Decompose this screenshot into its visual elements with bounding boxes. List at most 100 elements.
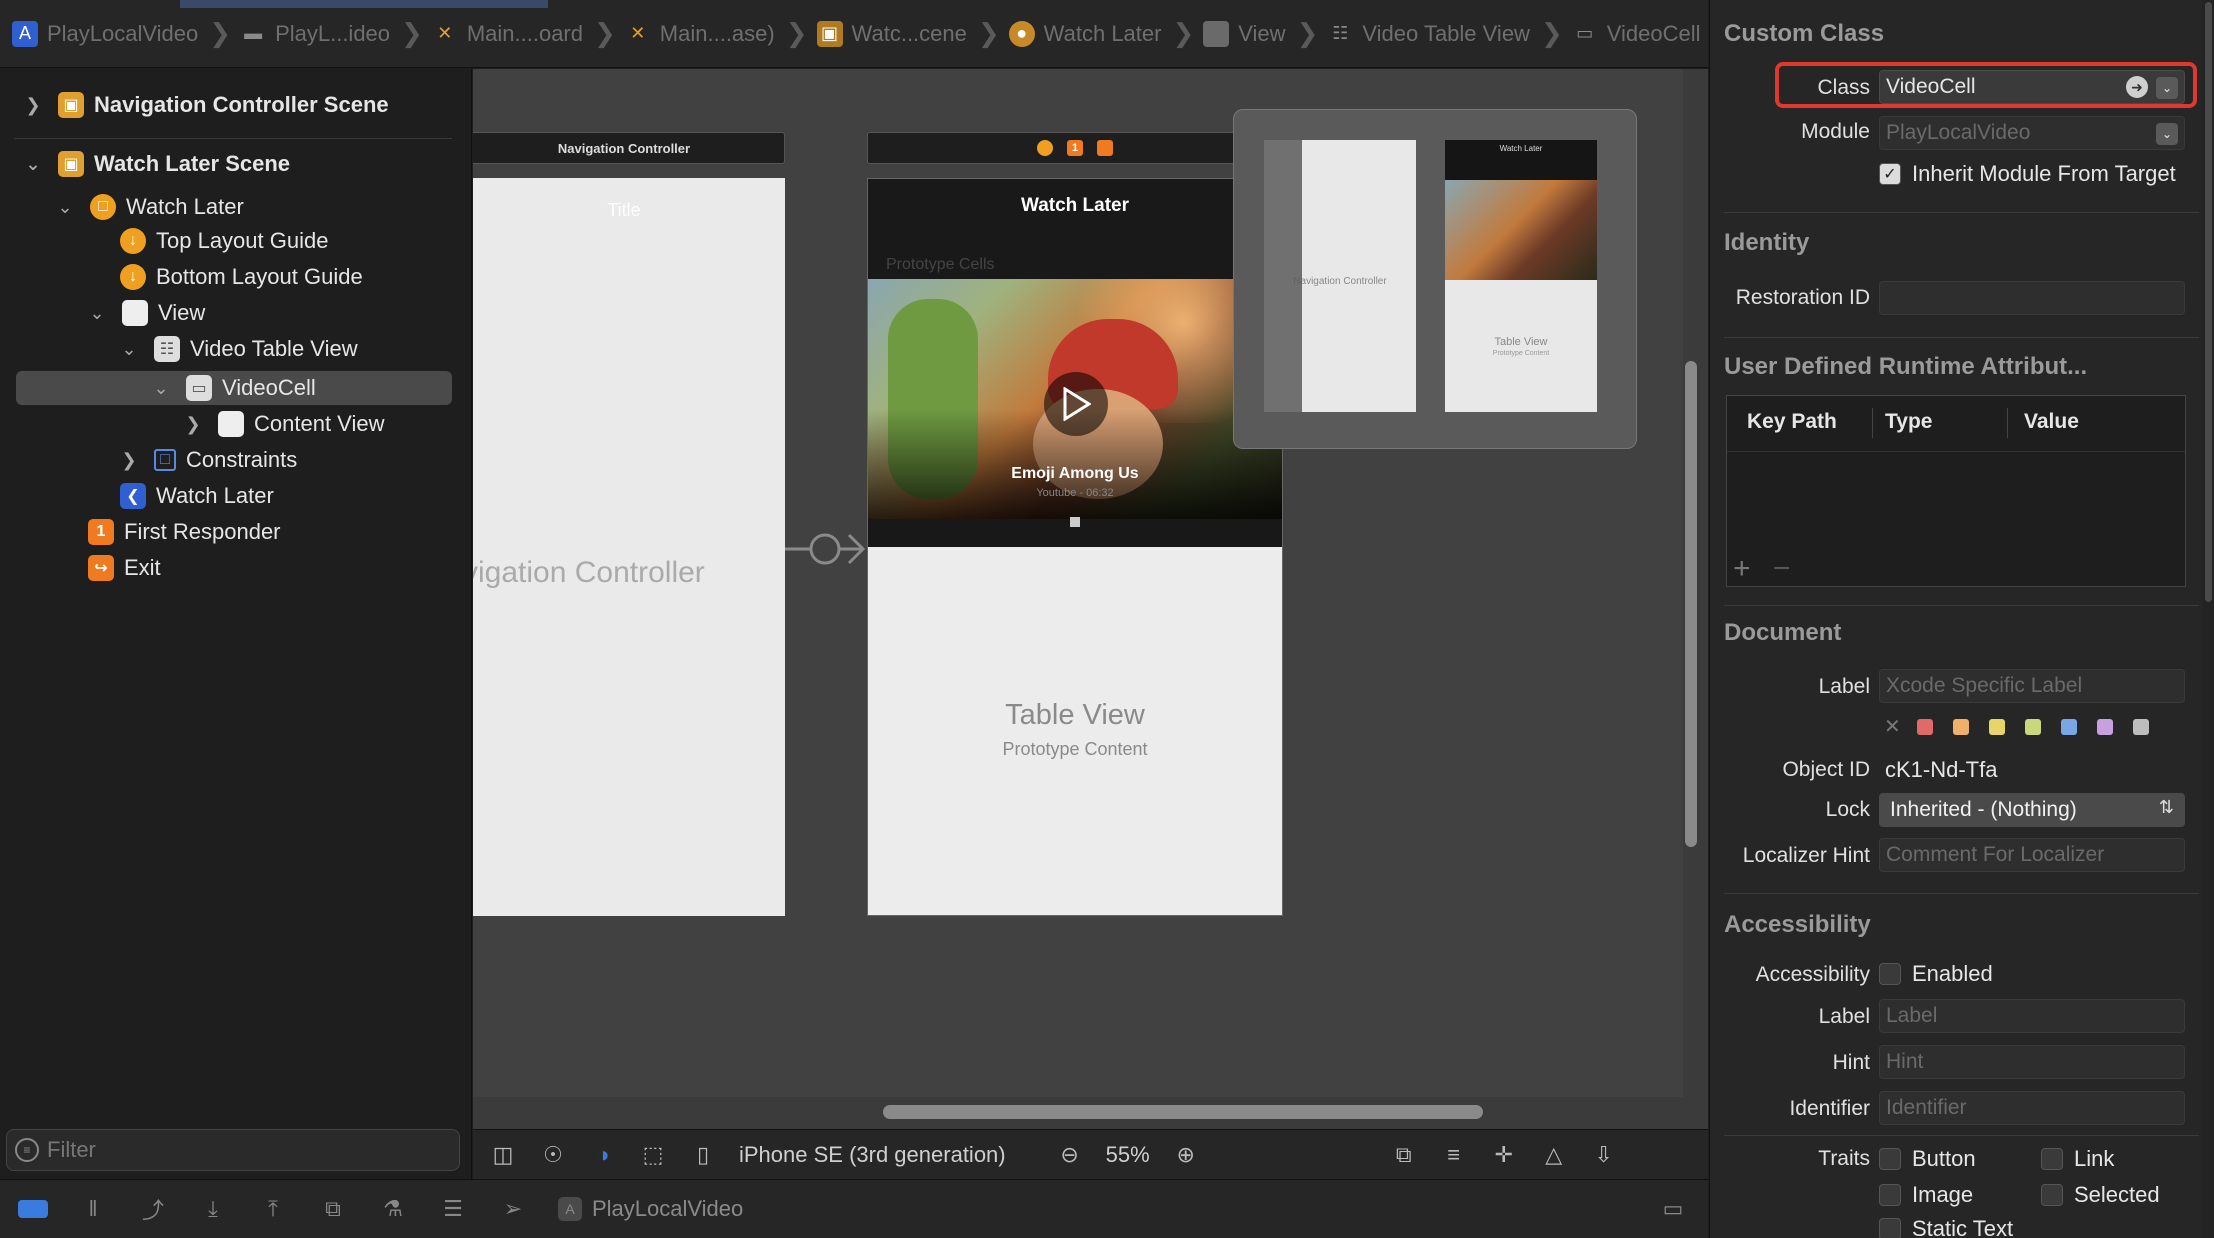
runtime-attributes-table[interactable]: Key Path Type Value + − [1726, 395, 2186, 587]
breadcrumb-item-project[interactable]: A PlayLocalVideo [12, 20, 198, 47]
storyboard-canvas[interactable]: Navigation Controller Title vigation Con… [473, 69, 1708, 1179]
accessibility-label-input[interactable] [1886, 1004, 2184, 1028]
checkbox-box[interactable] [1879, 1218, 1901, 1238]
module-input[interactable] [1886, 121, 2184, 145]
resolve-issues-icon[interactable]: △ [1540, 1141, 1568, 1169]
outline-item-watch-later-scene[interactable]: ⌄ ▣ Watch Later Scene [24, 147, 290, 181]
localizer-hint-input[interactable] [1886, 843, 2184, 867]
checkbox-box[interactable] [1879, 963, 1901, 985]
color-swatch-orange[interactable] [1953, 719, 1969, 735]
memory-graph-icon[interactable]: ⚗ [378, 1194, 408, 1224]
document-label-field[interactable] [1879, 669, 2185, 703]
device-selector[interactable]: iPhone SE (3rd generation) [739, 1142, 1006, 1168]
inherit-module-checkbox[interactable]: ✓ Inherit Module From Target [1879, 161, 2176, 187]
outline-item-constraints[interactable]: ❯ □ Constraints [120, 443, 297, 477]
chevron-down-icon[interactable]: ⌄ [56, 197, 74, 218]
view-hierarchy-icon[interactable]: ⧉ [318, 1194, 348, 1224]
step-over-icon[interactable]: ⤴ [138, 1194, 168, 1224]
zoom-in-icon[interactable]: ⊕ [1172, 1141, 1200, 1169]
accessibility-identifier-input[interactable] [1886, 1096, 2184, 1120]
device-icon[interactable]: ▯ [689, 1141, 717, 1169]
remove-icon[interactable]: − [1773, 552, 1791, 586]
column-header-key-path[interactable]: Key Path [1747, 410, 1837, 434]
outline-item-first-responder[interactable]: 1 First Responder [88, 515, 281, 549]
checkbox-box[interactable] [2041, 1148, 2063, 1170]
accessibility-hint-field[interactable] [1879, 1045, 2185, 1079]
color-swatch-green[interactable] [2025, 719, 2041, 735]
update-frames-icon[interactable]: ⧉ [1390, 1141, 1418, 1169]
breadcrumb-item-storyboard-base[interactable]: ✕ Main....ase) [625, 21, 774, 47]
chevron-right-icon[interactable]: ❯ [184, 414, 202, 435]
align-icon[interactable]: ≡ [1440, 1141, 1468, 1169]
breadcrumb-item-table-view[interactable]: ☷ Video Table View [1327, 21, 1530, 47]
filter-input[interactable] [47, 1137, 427, 1163]
sidebar-toggle-icon[interactable]: ◫ [489, 1141, 517, 1169]
module-field[interactable]: ⌄ [1879, 116, 2185, 150]
outline-item-navigation-controller-scene[interactable]: ❯ ▣ Navigation Controller Scene [24, 88, 389, 122]
outline-item-content-view[interactable]: ❯ Content View [184, 407, 384, 441]
column-header-type[interactable]: Type [1885, 410, 1932, 434]
add-icon[interactable]: + [1733, 552, 1751, 586]
chevron-down-icon[interactable]: ⌄ [152, 378, 170, 399]
segue-arrow[interactable] [785, 529, 867, 569]
embed-icon[interactable]: ⇩ [1590, 1141, 1618, 1169]
chevron-right-icon[interactable]: ❯ [120, 450, 138, 471]
localizer-hint-field[interactable] [1879, 838, 2185, 872]
environment-overrides-icon[interactable]: ☰ [438, 1194, 468, 1224]
accessibility-label-field[interactable] [1879, 999, 2185, 1033]
breadcrumb-item-table-cell[interactable]: ▭ VideoCell [1572, 21, 1700, 47]
outline-item-video-cell[interactable]: ⌄ ▭ VideoCell [152, 371, 316, 405]
checkbox-box[interactable] [1879, 1148, 1901, 1170]
restoration-id-field[interactable] [1879, 281, 2185, 315]
scrollbar-thumb[interactable] [2205, 2, 2212, 602]
accessibility-identifier-field[interactable] [1879, 1091, 2185, 1125]
lock-popup[interactable]: Inherited - (Nothing) ⇅ [1879, 793, 2185, 827]
accessibility-enabled-checkbox[interactable]: Enabled [1879, 961, 1993, 987]
navigation-controller-scene[interactable]: Title vigation Controller [473, 178, 785, 916]
clear-color-icon[interactable]: ✕ [1884, 714, 1901, 739]
minimap[interactable]: Navigation Controller Watch Later Table … [1233, 109, 1637, 449]
watch-later-scene[interactable]: Watch Later Prototype Cells Emoji Among … [867, 178, 1283, 916]
color-swatch-red[interactable] [1917, 719, 1933, 735]
checkbox-box[interactable] [1879, 1184, 1901, 1206]
trait-static-text-checkbox[interactable]: Static Text [1879, 1216, 2013, 1238]
accessibility-icon[interactable]: ☉ [539, 1141, 567, 1169]
watch-later-scene-bar[interactable]: 1 [867, 132, 1283, 164]
outline-item-watch-later-controller[interactable]: ⌄ □ Watch Later [56, 190, 244, 224]
chevron-down-icon[interactable]: ⌄ [120, 339, 138, 360]
chevron-right-icon[interactable]: ❯ [24, 95, 42, 116]
outline-item-video-table-view[interactable]: ⌄ ☷ Video Table View [120, 332, 358, 366]
breadcrumb-item-storyboard[interactable]: ✕ Main....oard [432, 21, 583, 47]
minimap-viewport[interactable] [1264, 140, 1302, 412]
trait-button-checkbox[interactable]: Button [1879, 1146, 1976, 1172]
step-out-icon[interactable]: ⤒ [258, 1194, 288, 1224]
vertical-scrollbar[interactable] [1685, 361, 1697, 847]
column-header-value[interactable]: Value [2024, 410, 2079, 434]
accessibility-hint-input[interactable] [1886, 1050, 2184, 1074]
nav-controller-scene-bar[interactable]: Navigation Controller [473, 132, 785, 164]
filter-field[interactable]: ≡ [6, 1129, 460, 1171]
horizontal-scrollbar[interactable] [883, 1105, 1483, 1119]
video-cell[interactable]: Emoji Among Us Youtube - 06:32 [868, 279, 1282, 547]
document-label-input[interactable] [1886, 674, 2184, 698]
checkmark-icon[interactable]: ✓ [1879, 163, 1901, 185]
outline-item-bottom-layout-guide[interactable]: ↓ Bottom Layout Guide [120, 260, 363, 294]
outline-item-watch-later-nav-item[interactable]: ❮ Watch Later [120, 479, 274, 513]
play-icon[interactable] [1044, 372, 1108, 436]
chevron-down-icon[interactable]: ⌄ [24, 154, 42, 175]
trait-selected-checkbox[interactable]: Selected [2041, 1182, 2160, 1208]
outline-item-view[interactable]: ⌄ View [88, 296, 205, 330]
outline-item-top-layout-guide[interactable]: ↓ Top Layout Guide [120, 224, 328, 258]
color-swatch-gray[interactable] [2133, 719, 2149, 735]
chevron-down-icon[interactable]: ⌄ [2156, 123, 2178, 145]
zoom-out-icon[interactable]: ⊖ [1056, 1141, 1084, 1169]
zoom-level[interactable]: 55% [1106, 1142, 1150, 1168]
inspector-scrollbar[interactable] [2202, 0, 2214, 1238]
breadcrumb-item-view[interactable]: View [1203, 20, 1286, 47]
orientation-icon[interactable]: ⬚ [639, 1141, 667, 1169]
outline-item-exit[interactable]: ↪ Exit [88, 551, 161, 585]
breadcrumb-item-folder[interactable]: ▬ PlayL...ideo [240, 21, 390, 47]
breadcrumb-item-view-controller[interactable]: ● Watch Later [1008, 20, 1161, 47]
simulate-location-icon[interactable]: ➢ [498, 1194, 528, 1224]
debug-area-toggle-icon[interactable] [18, 1194, 48, 1224]
